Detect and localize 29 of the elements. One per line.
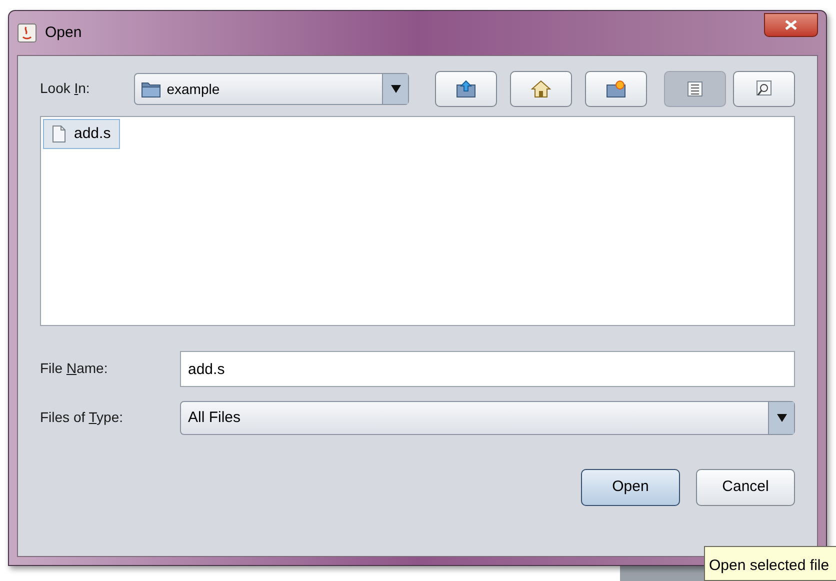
caret-icon: [776, 414, 786, 422]
close-icon: [785, 20, 797, 30]
new-folder-icon: [606, 80, 626, 98]
toolbar-button[interactable]: [435, 71, 497, 107]
tooltip: Open selected file: [704, 546, 836, 581]
toolbar-button[interactable]: [510, 71, 572, 107]
cancel-button[interactable]: Cancel: [696, 469, 795, 506]
window-title: Open: [45, 22, 82, 43]
folder-icon: [140, 80, 161, 98]
file-icon: [52, 125, 66, 143]
folder-up-icon: [456, 80, 476, 98]
file-item[interactable]: add.s: [43, 119, 120, 149]
app-icon: [17, 23, 37, 43]
close-button[interactable]: [764, 13, 818, 37]
home-icon: [531, 80, 551, 98]
toolbar-button[interactable]: [585, 71, 647, 107]
folder-name: example: [166, 80, 221, 99]
view-toggle-button[interactable]: [733, 71, 795, 107]
open-button[interactable]: Open: [581, 469, 680, 506]
file-name-field[interactable]: add.s: [180, 351, 795, 387]
file-type-dropdown[interactable]: All Files: [180, 401, 795, 435]
caret-icon: [390, 85, 400, 93]
details-view-icon: [755, 80, 773, 98]
look-in-dropdown[interactable]: example: [134, 73, 409, 105]
file-type-label: Files of Type:: [40, 409, 124, 425]
view-toggle-button[interactable]: [664, 71, 726, 107]
file-name-label: File Name:: [40, 360, 108, 376]
look-in-label: Look In:: [40, 80, 90, 96]
list-view-icon: [687, 81, 703, 97]
